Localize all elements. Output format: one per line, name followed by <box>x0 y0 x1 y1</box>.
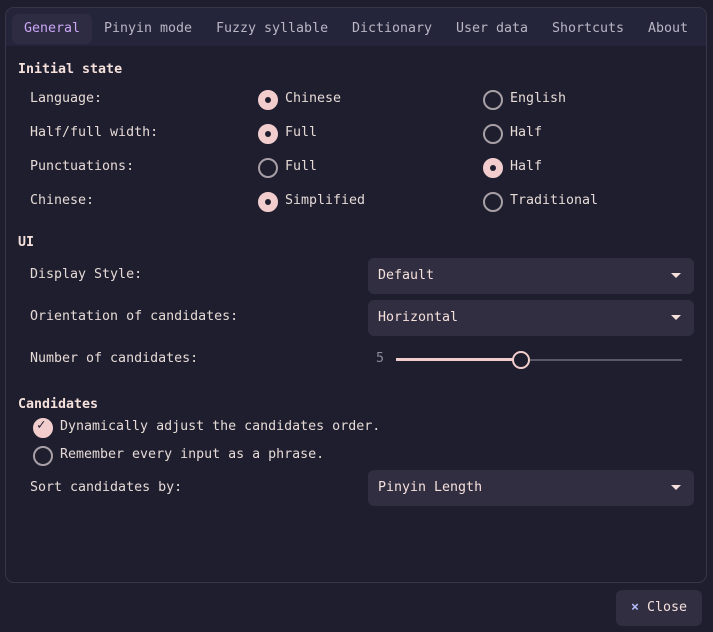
display-style-label: Display Style: <box>30 267 143 282</box>
radio-label[interactable]: Full <box>285 159 317 174</box>
close-label: Close <box>647 600 688 615</box>
tab-user-data[interactable]: User data <box>444 14 540 44</box>
checkbox-label[interactable]: Dynamically adjust the candidates order. <box>60 419 380 434</box>
slider-fill <box>396 358 521 361</box>
tab-shortcuts[interactable]: Shortcuts <box>540 14 636 44</box>
display-style-value: Default <box>378 268 435 283</box>
row-label: Language: <box>30 91 103 106</box>
radio-button[interactable] <box>258 90 278 110</box>
radio-label[interactable]: Chinese <box>285 91 341 106</box>
chevron-down-icon <box>671 273 681 278</box>
close-button[interactable]: × Close <box>616 590 702 626</box>
radio-label[interactable]: Half <box>510 159 542 174</box>
radio-label[interactable]: English <box>510 91 566 106</box>
tab-general[interactable]: General <box>12 14 93 44</box>
radio-button[interactable] <box>258 158 278 178</box>
check-icon: ✓ <box>37 417 46 433</box>
radio-label[interactable]: Full <box>285 125 317 140</box>
chevron-down-icon <box>671 485 681 490</box>
section-initial-state: Initial state <box>18 62 123 77</box>
display-style-dropdown[interactable]: Default <box>368 258 694 294</box>
tab-about[interactable]: About <box>636 14 700 44</box>
checkbox[interactable] <box>33 446 53 466</box>
row-label: Chinese: <box>30 193 95 208</box>
num-candidates-value: 5 <box>376 351 385 366</box>
checkbox[interactable]: ✓ <box>33 417 53 438</box>
radio-button[interactable] <box>258 192 278 212</box>
slider-thumb[interactable] <box>511 351 530 369</box>
sort-label: Sort candidates by: <box>30 480 183 495</box>
close-icon: × <box>630 600 639 615</box>
row-label: Half/full width: <box>30 125 159 140</box>
radio-button[interactable] <box>483 192 503 212</box>
checkbox-label[interactable]: Remember every input as a phrase. <box>60 447 324 462</box>
tab-dictionary[interactable]: Dictionary <box>340 14 444 44</box>
orientation-value: Horizontal <box>378 310 459 325</box>
section-ui: UI <box>18 235 35 250</box>
sort-dropdown[interactable]: Pinyin Length <box>368 470 694 506</box>
radio-button[interactable] <box>483 124 503 144</box>
chevron-down-icon <box>671 315 681 320</box>
section-candidates: Candidates <box>18 397 99 412</box>
orientation-label: Orientation of candidates: <box>30 309 239 324</box>
radio-button[interactable] <box>258 124 278 144</box>
num-candidates-label: Number of candidates: <box>30 351 199 366</box>
radio-label[interactable]: Traditional <box>510 193 598 208</box>
tab-pinyin-mode[interactable]: Pinyin mode <box>92 14 204 44</box>
orientation-dropdown[interactable]: Horizontal <box>368 300 694 336</box>
radio-label[interactable]: Simplified <box>285 193 365 208</box>
sort-value: Pinyin Length <box>378 480 483 495</box>
radio-button[interactable] <box>483 158 503 178</box>
tab-fuzzy-syllable[interactable]: Fuzzy syllable <box>204 14 340 44</box>
radio-button[interactable] <box>483 90 503 110</box>
row-label: Punctuations: <box>30 159 135 174</box>
radio-label[interactable]: Half <box>510 125 542 140</box>
